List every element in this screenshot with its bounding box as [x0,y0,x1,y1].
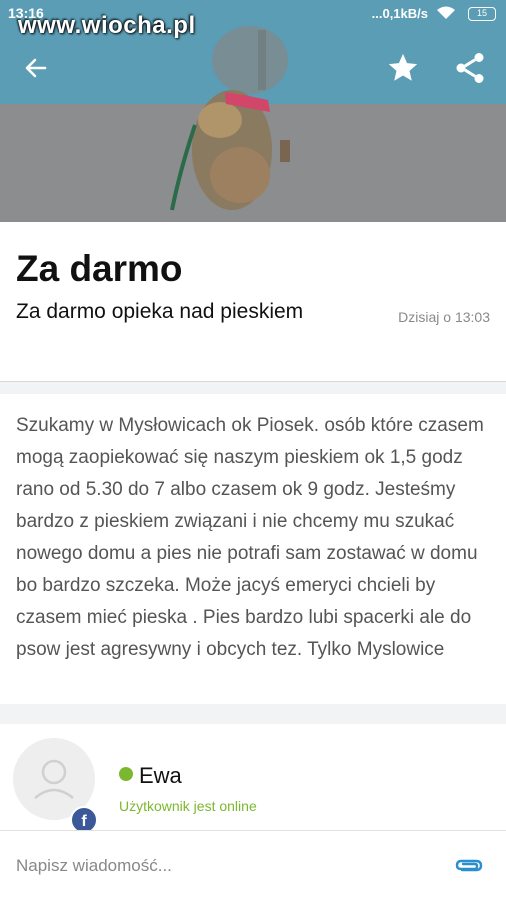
listing-description: Szukamy w Mysłowicach ok Piosek. osób kt… [16,415,484,660]
network-speed: ...0,1kB/s [371,6,428,21]
watermark-logo: www.wiocha.pl [18,12,196,39]
attach-button[interactable] [452,851,486,881]
description-card: Szukamy w Mysłowicach ok Piosek. osób kt… [0,394,506,704]
star-icon [388,53,418,81]
user-name[interactable]: Ewa [139,763,182,789]
wifi-icon [436,5,456,24]
arrow-left-icon [25,58,47,78]
listing-header-card: Za darmo Za darmo opieka nad pieskiem Dz… [0,222,506,382]
online-status-icon [119,767,133,781]
favorite-button[interactable] [383,48,423,88]
user-online-status: Użytkownik jest online [119,798,257,814]
paperclip-icon [455,859,483,872]
message-input[interactable] [16,853,436,879]
message-bar [0,830,506,900]
share-icon [456,53,484,83]
battery-icon: 15 [468,7,496,21]
listing-date: Dzisiaj o 13:03 [398,309,490,325]
back-button[interactable] [16,48,56,88]
listing-title: Za darmo [16,248,183,289]
listing-subtitle: Za darmo opieka nad pieskiem [16,300,304,323]
share-button[interactable] [450,48,490,88]
user-card[interactable]: f Ewa Użytkownik jest online [0,724,506,834]
